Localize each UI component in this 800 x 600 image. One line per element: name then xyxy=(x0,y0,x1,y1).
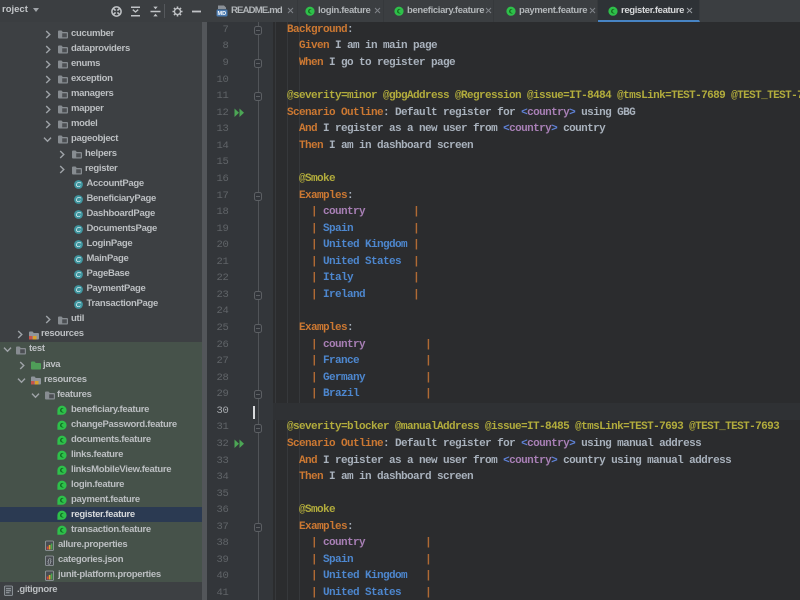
svg-text:C: C xyxy=(76,270,82,279)
svg-text:C: C xyxy=(76,285,82,294)
svg-text:C: C xyxy=(76,300,82,309)
svg-text:C: C xyxy=(76,195,82,204)
svg-text:MD: MD xyxy=(218,11,227,17)
svg-text:C: C xyxy=(76,210,82,219)
svg-text:C: C xyxy=(76,180,82,189)
svg-text:C: C xyxy=(76,255,82,264)
svg-text:C: C xyxy=(76,240,82,249)
svg-text:C: C xyxy=(76,225,82,234)
